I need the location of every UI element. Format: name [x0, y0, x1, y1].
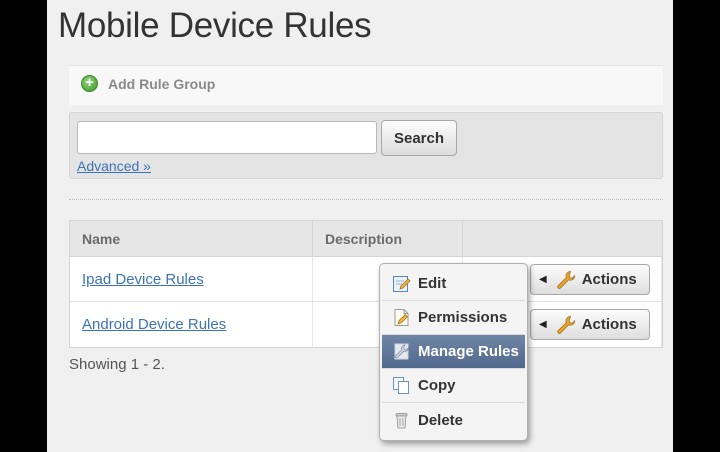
actions-button[interactable]: ◀ Actions [530, 264, 650, 295]
column-header-description[interactable]: Description [313, 221, 463, 256]
manage-rules-icon [394, 343, 409, 360]
actions-dropdown-menu: Edit Permissions Manage Rules Copy Delet… [379, 263, 528, 441]
edit-icon [393, 276, 411, 292]
wrench-icon [557, 270, 575, 289]
actions-label: Actions [581, 271, 637, 288]
toolbar: + Add Rule Group [69, 65, 663, 105]
menu-item-manage-rules[interactable]: Manage Rules [382, 335, 525, 369]
rule-group-link[interactable]: Android Device Rules [82, 316, 226, 333]
page-title: Mobile Device Rules [58, 6, 372, 45]
table-header: Name Description [70, 221, 662, 257]
advanced-search-link[interactable]: Advanced » [77, 158, 151, 174]
copy-icon [393, 377, 409, 394]
search-button[interactable]: Search [381, 120, 457, 156]
rule-group-link[interactable]: Ipad Device Rules [82, 271, 204, 288]
actions-button[interactable]: ◀ Actions [530, 309, 650, 340]
menu-item-copy[interactable]: Copy [382, 369, 525, 403]
caret-left-icon: ◀ [539, 319, 547, 330]
table-row: Android Device Rules ◀ Actions [70, 302, 662, 347]
column-header-actions [463, 221, 662, 256]
divider [69, 199, 663, 200]
rule-groups-table: Name Description Ipad Device Rules ◀ Act… [69, 220, 663, 348]
add-rule-group-label: Add Rule Group [108, 75, 216, 92]
caret-left-icon: ◀ [539, 274, 547, 285]
permissions-icon [394, 309, 409, 326]
menu-item-label: Manage Rules [418, 343, 519, 360]
pagination-status: Showing 1 - 2. [69, 356, 165, 373]
actions-label: Actions [581, 316, 637, 333]
menu-item-label: Permissions [418, 309, 508, 326]
wrench-icon [557, 315, 575, 334]
add-rule-group-button[interactable]: + Add Rule Group [81, 75, 215, 92]
menu-item-label: Copy [418, 377, 456, 394]
column-header-name[interactable]: Name [70, 221, 313, 256]
menu-item-permissions[interactable]: Permissions [382, 301, 525, 335]
menu-item-label: Edit [418, 275, 447, 292]
search-input[interactable] [77, 121, 377, 154]
add-circle-icon: + [81, 75, 98, 92]
menu-item-edit[interactable]: Edit [382, 267, 525, 301]
table-row: Ipad Device Rules ◀ Actions [70, 257, 662, 302]
menu-item-delete[interactable]: Delete [382, 403, 525, 437]
delete-icon [395, 412, 408, 428]
content-area: Mobile Device Rules + Add Rule Group Sea… [47, 0, 673, 452]
menu-item-label: Delete [418, 411, 464, 429]
search-panel: Search Advanced » [69, 112, 663, 179]
